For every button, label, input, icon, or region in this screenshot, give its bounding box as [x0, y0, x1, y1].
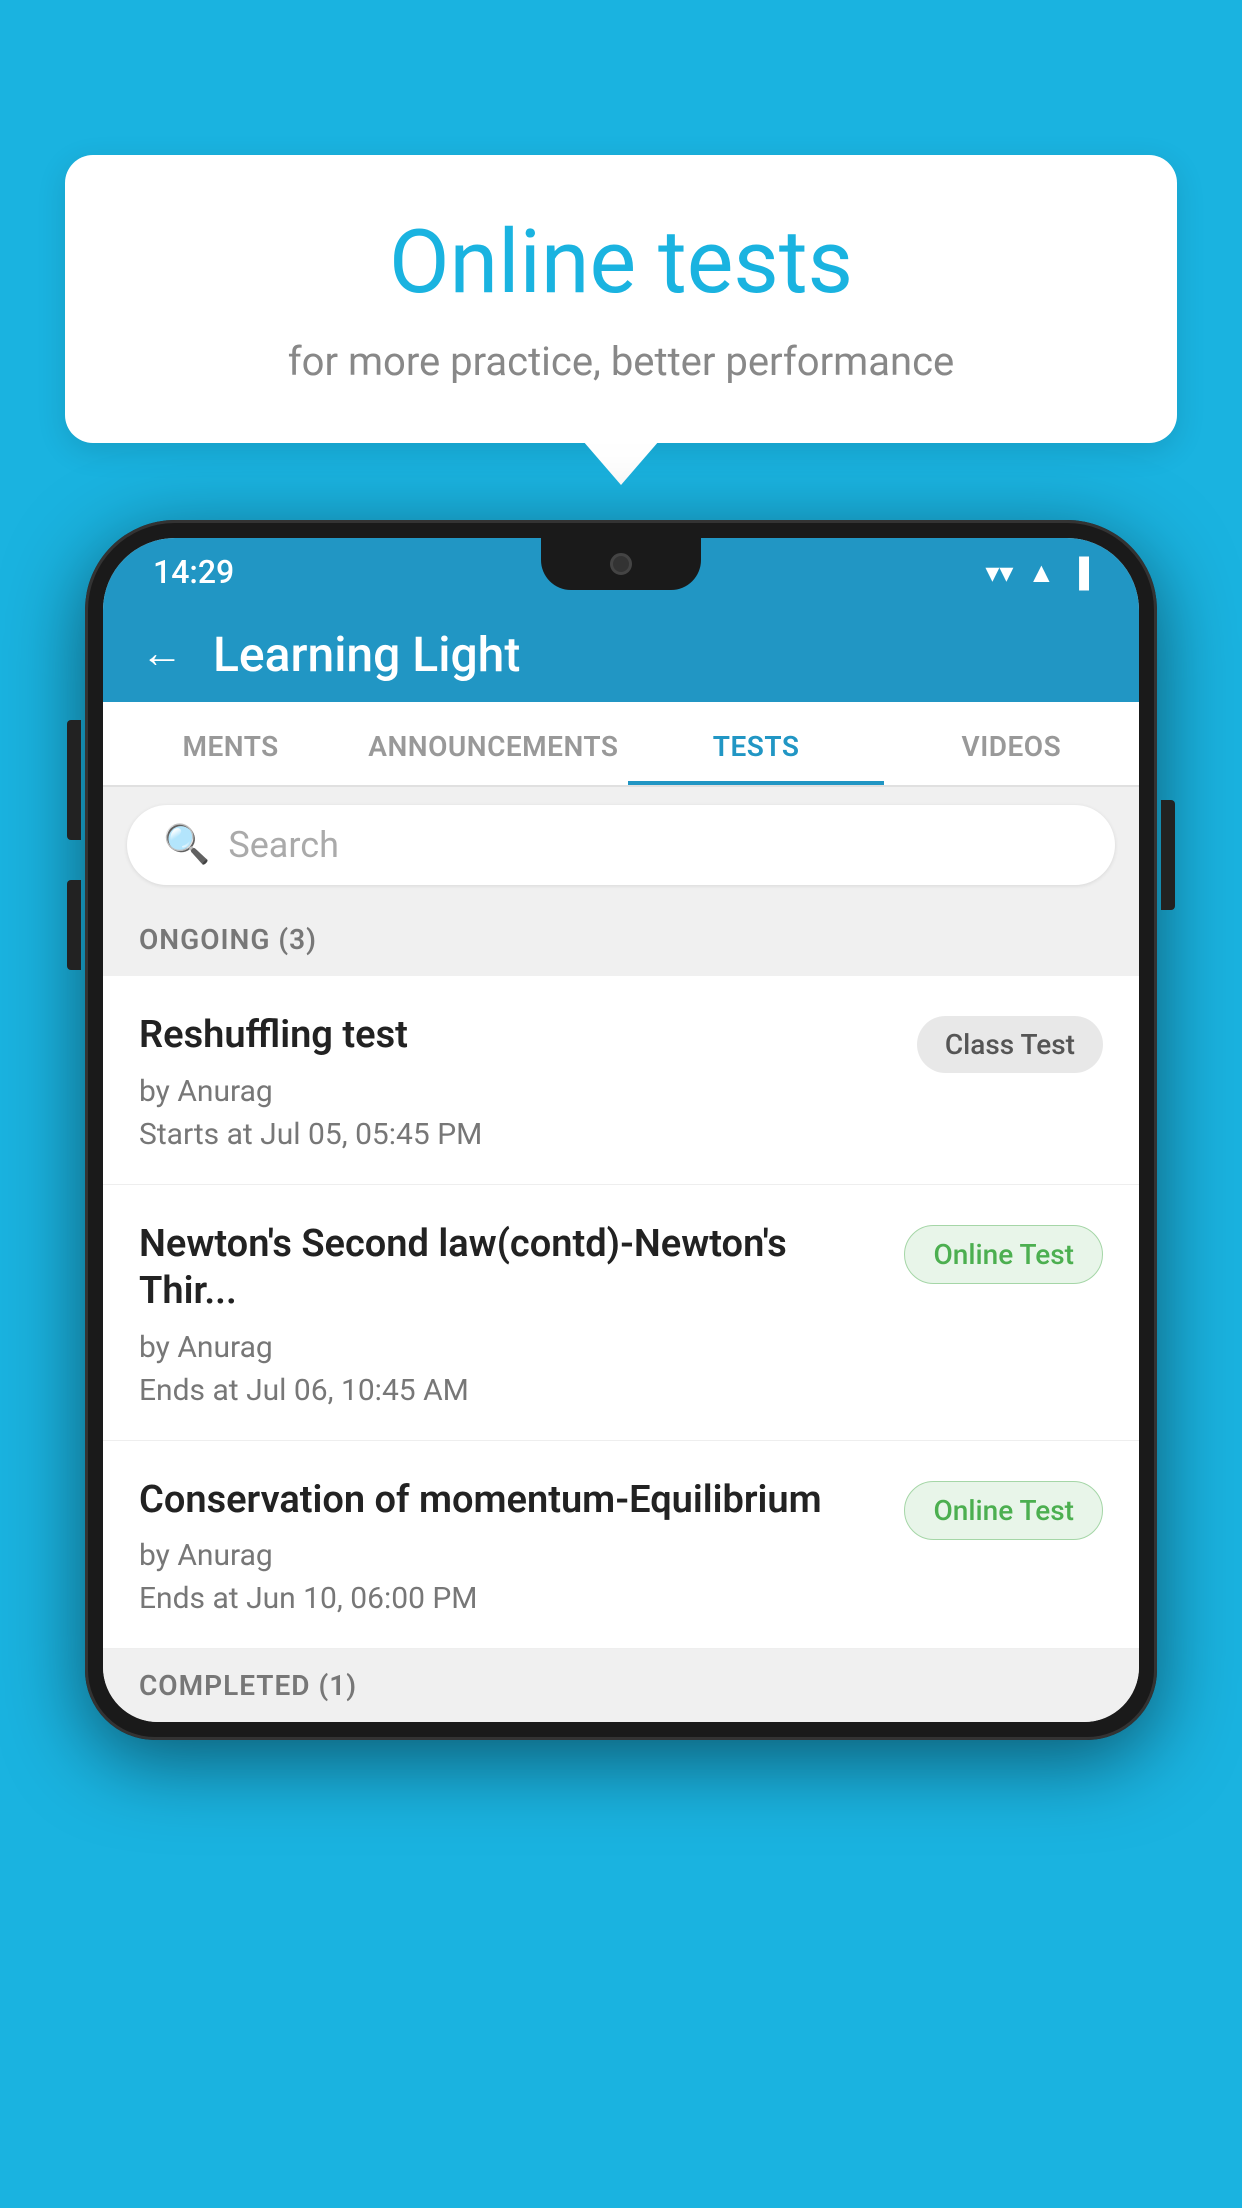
phone-screen: 14:29 ▾▾ ▲ ▐ ← Learning Light MENTS ANNO… [103, 538, 1139, 1722]
battery-icon: ▐ [1069, 556, 1089, 589]
ongoing-section-header: ONGOING (3) [103, 903, 1139, 976]
phone-outer: 14:29 ▾▾ ▲ ▐ ← Learning Light MENTS ANNO… [85, 520, 1157, 1740]
test-item[interactable]: Reshuffling test by Anurag Starts at Jul… [103, 976, 1139, 1185]
volume-button [67, 880, 81, 970]
test-item[interactable]: Newton's Second law(contd)-Newton's Thir… [103, 1185, 1139, 1441]
search-placeholder: Search [228, 824, 339, 866]
completed-section-header: COMPLETED (1) [103, 1649, 1139, 1722]
search-icon: 🔍 [163, 823, 210, 867]
test-info: Newton's Second law(contd)-Newton's Thir… [139, 1221, 904, 1408]
test-info: Conservation of momentum-Equilibrium by … [139, 1477, 904, 1617]
status-time: 14:29 [153, 553, 234, 591]
bubble-subtitle: for more practice, better performance [145, 336, 1097, 388]
app-title: Learning Light [213, 626, 520, 683]
tab-videos[interactable]: VIDEOS [884, 702, 1139, 785]
tab-ments[interactable]: MENTS [103, 702, 358, 785]
search-bar[interactable]: 🔍 Search [127, 805, 1115, 885]
speech-bubble-container: Online tests for more practice, better p… [65, 155, 1177, 443]
app-header: ← Learning Light [103, 606, 1139, 702]
wifi-icon: ▾▾ [985, 556, 1013, 589]
test-info: Reshuffling test by Anurag Starts at Jul… [139, 1012, 917, 1152]
test-time: Ends at Jun 10, 06:00 PM [139, 1581, 880, 1616]
test-author: by Anurag [139, 1538, 880, 1573]
tab-tests[interactable]: TESTS [628, 702, 883, 785]
signal-icon: ▲ [1027, 556, 1055, 589]
test-badge-online: Online Test [904, 1225, 1103, 1284]
test-time: Ends at Jul 06, 10:45 AM [139, 1373, 880, 1408]
test-author: by Anurag [139, 1074, 893, 1109]
status-icons: ▾▾ ▲ ▐ [985, 556, 1089, 589]
test-item[interactable]: Conservation of momentum-Equilibrium by … [103, 1441, 1139, 1650]
test-badge-class: Class Test [917, 1016, 1103, 1073]
search-container: 🔍 Search [103, 787, 1139, 903]
test-time: Starts at Jul 05, 05:45 PM [139, 1117, 893, 1152]
power-button [1161, 800, 1175, 910]
test-list: Reshuffling test by Anurag Starts at Jul… [103, 976, 1139, 1649]
test-author: by Anurag [139, 1330, 880, 1365]
tab-announcements[interactable]: ANNOUNCEMENTS [358, 702, 628, 785]
notch [541, 538, 701, 590]
tabs-bar: MENTS ANNOUNCEMENTS TESTS VIDEOS [103, 702, 1139, 787]
speech-bubble: Online tests for more practice, better p… [65, 155, 1177, 443]
front-camera [610, 553, 632, 575]
back-button[interactable]: ← [141, 633, 183, 675]
status-bar: 14:29 ▾▾ ▲ ▐ [103, 538, 1139, 606]
phone-container: 14:29 ▾▾ ▲ ▐ ← Learning Light MENTS ANNO… [85, 520, 1157, 2208]
bubble-title: Online tests [145, 215, 1097, 312]
test-name: Conservation of momentum-Equilibrium [139, 1477, 880, 1525]
test-name: Reshuffling test [139, 1012, 893, 1060]
test-badge-online-2: Online Test [904, 1481, 1103, 1540]
test-name: Newton's Second law(contd)-Newton's Thir… [139, 1221, 880, 1316]
